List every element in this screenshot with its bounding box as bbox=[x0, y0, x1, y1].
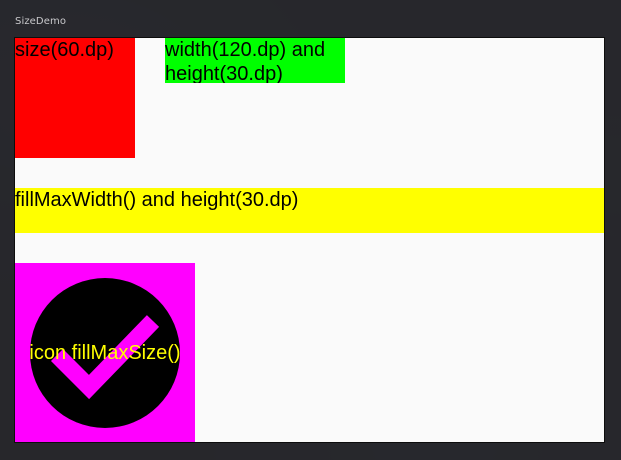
yellow-fill-width-box: fillMaxWidth() and height(30.dp) bbox=[15, 188, 604, 233]
green-box-label: width(120.dp) and height(30.dp) bbox=[165, 39, 326, 83]
green-width-height-box: width(120.dp) and height(30.dp) bbox=[165, 38, 345, 83]
red-box-label: size(60.dp) bbox=[15, 39, 114, 61]
window-title: SizeDemo bbox=[15, 16, 67, 27]
magenta-fill-size-box: icon fillMaxSize() bbox=[15, 263, 195, 442]
content-area: size(60.dp) width(120.dp) and height(30.… bbox=[14, 37, 605, 443]
yellow-box-label: fillMaxWidth() and height(30.dp) bbox=[15, 189, 299, 211]
red-size-box: size(60.dp) bbox=[15, 38, 135, 158]
magenta-box-label: icon fillMaxSize() bbox=[29, 342, 181, 364]
app-window: SizeDemo size(60.dp) width(120.dp) and h… bbox=[0, 0, 621, 460]
